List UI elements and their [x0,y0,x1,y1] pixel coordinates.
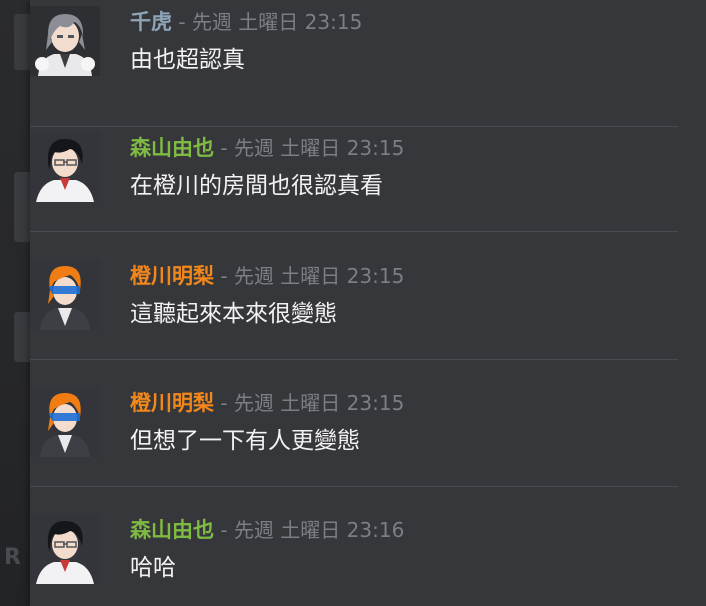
background-glyph: R [4,545,21,570]
timestamp-separator: - [214,518,234,542]
background-app-strip: R [0,0,32,606]
chat-message[interactable]: 橙川明梨 - 先週 土曜日 23:15 但想了一下有人更變態 [30,359,706,487]
chat-message[interactable]: 橙川明梨 - 先週 土曜日 23:15 這聽起來本來很變態 [30,232,706,360]
message-text: 哈哈 [130,555,176,581]
timestamp: 先週 土曜日 23:15 [233,391,405,415]
message-header: 橙川明梨 - 先週 土曜日 23:15 [130,387,404,419]
orange-hair-avatar[interactable] [30,260,100,330]
message-list[interactable]: 千虎 - 先週 土曜日 23:15 由也超認真 森山由也 - 先週 土曜日 23… [30,0,706,606]
author-name[interactable]: 森山由也 [130,518,214,542]
author-name[interactable]: 橙川明梨 [130,264,214,288]
message-header: 森山由也 - 先週 土曜日 23:15 [130,132,404,164]
message-text: 但想了一下有人更變態 [130,428,360,454]
orange-hair-avatar[interactable] [30,387,100,457]
message-header: 千虎 - 先週 土曜日 23:15 [130,6,362,38]
author-name[interactable]: 森山由也 [130,136,214,160]
chat-message[interactable]: 森山由也 - 先週 土曜日 23:16 哈哈 [30,486,706,606]
timestamp: 先週 土曜日 23:15 [191,10,363,34]
author-name[interactable]: 橙川明梨 [130,391,214,415]
chat-message[interactable]: 森山由也 - 先週 土曜日 23:15 在橙川的房間也很認真看 [30,104,706,232]
timestamp: 先週 土曜日 23:16 [233,518,405,542]
black-hair-avatar[interactable] [30,132,100,202]
timestamp-separator: - [214,136,234,160]
timestamp-separator: - [214,391,234,415]
message-header: 橙川明梨 - 先週 土曜日 23:15 [130,260,404,292]
message-text: 在橙川的房間也很認真看 [130,173,383,199]
timestamp: 先週 土曜日 23:15 [233,264,405,288]
gray-hair-avatar[interactable] [30,6,100,76]
message-text: 由也超認真 [130,47,245,73]
message-header: 森山由也 - 先週 土曜日 23:16 [130,514,404,546]
timestamp-separator: - [214,264,234,288]
timestamp-separator: - [172,10,192,34]
black-hair-avatar[interactable] [30,514,100,584]
author-name[interactable]: 千虎 [130,10,172,34]
timestamp: 先週 土曜日 23:15 [233,136,405,160]
message-text: 這聽起來本來很變態 [130,301,337,327]
chat-window: R 千虎 - 先週 土曜日 23:15 由也超認真 森山由也 - 先週 土曜日 … [0,0,706,606]
